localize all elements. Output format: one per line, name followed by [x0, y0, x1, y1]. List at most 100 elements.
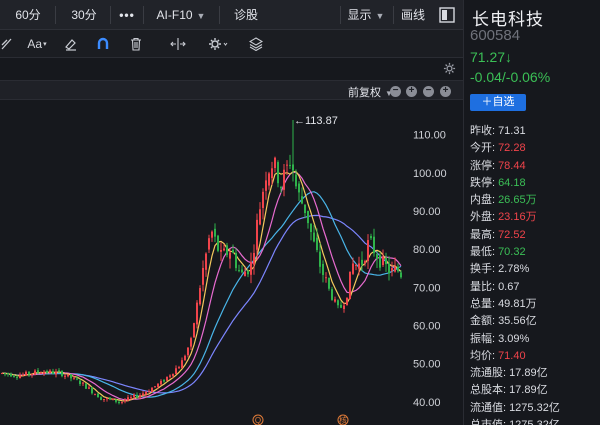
- candle-body: [241, 269, 243, 273]
- candle-body: [298, 183, 300, 193]
- candle-body: [124, 400, 126, 402]
- quote-row: 最低: 70.32: [470, 244, 598, 261]
- quote-value: 2.78%: [498, 263, 530, 276]
- ai-f10-dropdown[interactable]: AI-F10 ▼: [148, 4, 214, 26]
- price-adjust-strip: 前复权 ▼ − + − +: [0, 80, 463, 100]
- candle-body: [178, 367, 180, 369]
- chart-settings-gear-icon[interactable]: [443, 62, 456, 80]
- candle-body: [382, 256, 384, 266]
- candle-body: [10, 374, 12, 377]
- candle-body: [262, 191, 264, 208]
- candle-body: [46, 370, 48, 373]
- quote-row: 总市值:1275.32亿: [470, 417, 598, 425]
- display-dropdown[interactable]: 显示 ▼: [343, 4, 389, 26]
- y-tick-label: 70.00: [413, 282, 441, 294]
- split-view-icon[interactable]: [168, 34, 188, 54]
- candle-body: [361, 259, 363, 265]
- candle-body: [91, 387, 93, 394]
- more-button[interactable]: •••: [114, 4, 140, 26]
- peak-price-annotation: ←113.87: [294, 115, 338, 127]
- quote-value: 26.65万: [498, 194, 537, 207]
- diagnose-button[interactable]: 诊股: [226, 4, 266, 26]
- candle-body: [307, 210, 309, 224]
- candle-body: [19, 375, 21, 379]
- candle-body: [310, 223, 312, 232]
- candle-body: [265, 180, 267, 191]
- period-60min-button[interactable]: 60分: [6, 4, 50, 26]
- candle-body: [106, 398, 108, 400]
- candle-body: [352, 263, 354, 274]
- quote-row: 流通值: 1275.32亿: [470, 400, 598, 417]
- settings-gear-icon[interactable]: [207, 34, 229, 54]
- candle-body: [301, 196, 303, 204]
- text-tool-icon[interactable]: Aa ▾: [25, 34, 49, 54]
- quote-label: 今开:: [470, 142, 496, 155]
- candle-body: [253, 252, 255, 265]
- candle-body: [139, 395, 141, 398]
- ma10-line: [1, 171, 402, 401]
- toolbar-divider: [110, 6, 111, 24]
- zoom-in-icon[interactable]: +: [406, 86, 417, 97]
- add-watchlist-button[interactable]: ＋自选: [470, 94, 526, 111]
- display-label: 显示: [347, 8, 372, 22]
- candle-body: [82, 382, 84, 384]
- quote-label: 金额:: [470, 315, 496, 328]
- restore-mode-dropdown[interactable]: 前复权 ▼: [348, 84, 393, 100]
- candle-body: [343, 305, 345, 310]
- candle-body: [244, 271, 246, 277]
- y-tick-label: 90.00: [413, 206, 441, 218]
- quote-label: 振幅:: [470, 332, 496, 345]
- magnet-icon[interactable]: [95, 34, 111, 54]
- layers-icon[interactable]: [248, 34, 264, 54]
- quote-value: 72.52: [498, 228, 526, 241]
- zoom-out-icon[interactable]: −: [390, 86, 401, 97]
- panel-toggle-button[interactable]: [437, 4, 457, 26]
- quote-row: 涨停: 78.44: [470, 158, 598, 175]
- candle-body: [34, 370, 36, 375]
- quote-value: 49.81万: [498, 297, 537, 310]
- candle-body: [22, 374, 24, 376]
- candle-body: [220, 249, 222, 252]
- event-marker-label: Q: [255, 416, 261, 425]
- candle-body: [100, 397, 102, 400]
- candlestick-chart[interactable]: 110.00 100.00 90.00 80.00 70.00 60.00 50.00 40.…: [0, 100, 463, 425]
- candle-body: [154, 386, 156, 388]
- quote-value: 35.56亿: [498, 315, 537, 328]
- candle-body: [196, 302, 198, 325]
- y-tick-label: 110.00: [413, 130, 446, 142]
- trash-icon[interactable]: [128, 34, 144, 54]
- candle-body: [142, 393, 144, 396]
- candle-body: [268, 173, 270, 186]
- draw-line-button[interactable]: 画线: [396, 4, 430, 26]
- ai-f10-label: AI-F10: [156, 8, 193, 22]
- scroll-right-icon[interactable]: +: [440, 86, 451, 97]
- candle-body: [250, 261, 252, 275]
- candle-body: [256, 219, 258, 250]
- quote-list: 昨收: 71.31 今开: 72.28 涨停: 78.44 跌停: 64.18 内盘: 26.65…: [470, 123, 598, 425]
- candle-body: [289, 165, 291, 167]
- candle-body: [217, 235, 219, 251]
- quote-row: 昨收: 71.31: [470, 123, 598, 140]
- scroll-left-icon[interactable]: −: [423, 86, 434, 97]
- quote-value: 17.89亿: [509, 384, 548, 397]
- candle-body: [1, 373, 3, 375]
- period-30min-button[interactable]: 30分: [62, 4, 106, 26]
- candle-body: [319, 251, 321, 267]
- y-tick-label: 60.00: [413, 321, 441, 333]
- candle-body: [397, 266, 399, 272]
- candle-body: [346, 297, 348, 306]
- line-tool-icon[interactable]: [0, 34, 14, 54]
- quote-row: 跌停: 64.18: [470, 175, 598, 192]
- candle-body: [292, 164, 294, 171]
- candle-body: [316, 237, 318, 251]
- candle-body: [64, 375, 66, 377]
- candle-body: [28, 371, 30, 375]
- restore-label: 前复权: [348, 87, 381, 99]
- candle-body: [109, 397, 111, 400]
- quote-label: 涨停:: [470, 159, 496, 172]
- candle-body: [232, 249, 234, 253]
- candle-body: [97, 393, 99, 398]
- ma5-line: [1, 170, 402, 402]
- eraser-icon[interactable]: [63, 34, 79, 54]
- stock-code: 600584: [470, 27, 521, 44]
